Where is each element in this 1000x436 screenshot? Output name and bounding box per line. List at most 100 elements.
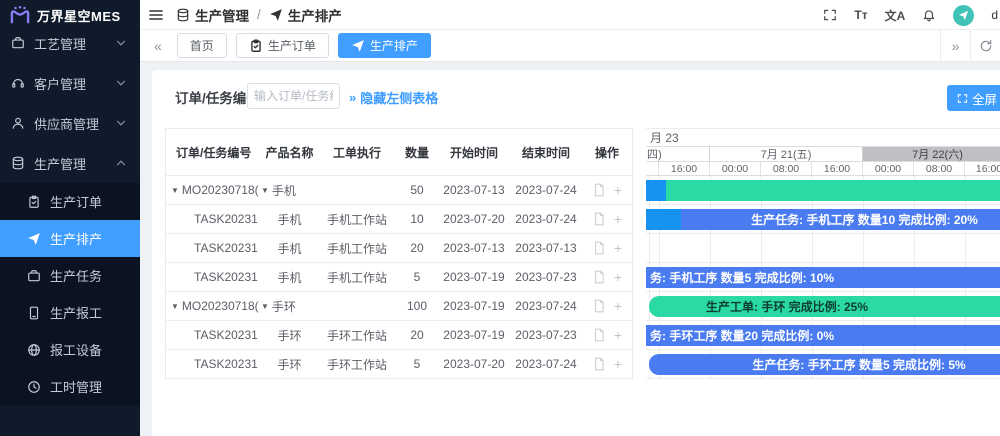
gantt-body: 生产任务: 手机工序 数量10 完成比例: 20% 务: 手机工序 数量5 完成… (646, 176, 1000, 379)
table-row[interactable]: ▼ MO20230718( ▼ 手机 50 2023-07-13 2023-07-2… (166, 176, 632, 205)
order-task-search-input[interactable] (247, 83, 340, 109)
quantity: 5 (413, 270, 421, 284)
chevron-up-icon (116, 160, 126, 166)
tab-label: 首页 (189, 39, 214, 53)
tabs-collapse-left-icon[interactable]: « (148, 38, 168, 54)
table-header-row: 订单/任务编号 产品名称 工单执行 数量 开始时间 结束时间 操作 (166, 129, 632, 176)
refresh-icon[interactable] (970, 30, 1000, 61)
document-icon[interactable] (592, 241, 606, 255)
gantt-hour-cell: 16:00 (812, 162, 863, 175)
gantt-month-header: 月 23 (646, 128, 1000, 147)
tab-label: 生产排产 (369, 39, 418, 53)
caret-down-icon[interactable]: ▼ (261, 302, 269, 311)
gantt-hour-cell: 08:00 (761, 162, 812, 175)
product-name: 手环 (277, 357, 302, 372)
end-time: 2023-07-23 (515, 270, 577, 284)
product-name: 手机 (277, 270, 302, 285)
end-time: 2023-07-24 (515, 299, 577, 313)
column-header: 工单执行 (332, 145, 381, 160)
translate-icon[interactable]: 文A (885, 7, 906, 24)
gantt-bar-label: 生产任务: 手机工序 数量10 完成比例: 20% (751, 213, 978, 227)
document-icon[interactable] (592, 357, 606, 371)
hamburger-menu-icon[interactable] (148, 7, 164, 23)
fullscreen-button[interactable]: 全屏 (946, 85, 1000, 111)
gantt-bar-order[interactable]: 生产工单: 手环 完成比例: 25% (649, 296, 1000, 317)
table-row[interactable]: ▼ MO20230718( ▼ 手环 100 2023-07-19 2023-07-… (166, 292, 632, 321)
plus-icon[interactable]: + (614, 241, 622, 255)
chevron-down-icon (116, 120, 126, 126)
product-name: 手机 (277, 212, 302, 227)
breadcrumb-section[interactable]: 生产管理 (195, 5, 249, 25)
briefcase-icon (28, 269, 40, 281)
column-header: 操作 (594, 145, 619, 160)
hide-left-table-link[interactable]: » 隐藏左侧表格 (349, 88, 438, 107)
document-icon[interactable] (592, 212, 606, 226)
plus-icon[interactable]: + (614, 270, 622, 284)
gantt-bar-task[interactable]: 务: 手机工序 数量5 完成比例: 10% (646, 267, 1000, 288)
start-time: 2023-07-19 (443, 328, 505, 342)
font-size-icon[interactable]: Tт (854, 8, 867, 22)
gantt-hour-cell: 00:00 (863, 162, 914, 175)
table-row[interactable]: TASK20231 手环 手环工作站 5 2023-07-20 2023-07-… (166, 350, 632, 379)
column-header: 开始时间 (449, 145, 498, 160)
caret-down-icon[interactable]: ▼ (261, 186, 269, 195)
sidebar-item-production-scheduling[interactable]: 生产排产 (0, 220, 140, 257)
top-header: 生产管理 / 生产排产 Tт 文A d (140, 0, 1000, 30)
tab-production-scheduling[interactable]: 生产排产 (337, 33, 431, 58)
sidebar-item-customer[interactable]: 客户管理 (0, 63, 140, 103)
brand-logo-icon (10, 6, 30, 24)
plus-icon[interactable]: + (614, 299, 622, 313)
document-icon[interactable] (592, 328, 606, 342)
tab-home[interactable]: 首页 (176, 33, 227, 58)
sidebar-item-work-hours[interactable]: 工时管理 (0, 368, 140, 405)
fullscreen-icon[interactable] (823, 8, 837, 22)
plus-icon[interactable]: + (614, 212, 622, 226)
plus-icon[interactable]: + (614, 183, 622, 197)
gantt-bar-label: 务: 手机工序 数量5 完成比例: 10% (650, 271, 835, 285)
sidebar-item-work-report[interactable]: 生产报工 (0, 294, 140, 331)
gantt-bar-task[interactable]: 生产任务: 手机工序 数量10 完成比例: 20% (646, 209, 1000, 230)
tabs-expand-right-icon[interactable]: » (940, 30, 970, 61)
document-icon[interactable] (592, 270, 606, 284)
gantt-chart: 月 23 四) 7月 21(五) 7月 22(六) 16:00 00:00 08… (646, 128, 1000, 379)
end-time: 2023-07-24 (515, 183, 577, 197)
order-no: TASK20231 (194, 212, 258, 226)
gantt-bar-task[interactable]: 生产任务: 手环工序 数量5 完成比例: 5% (649, 354, 1000, 375)
column-header: 结束时间 (521, 145, 570, 160)
caret-down-icon[interactable]: ▼ (171, 186, 179, 195)
orders-table: 订单/任务编号 产品名称 工单执行 数量 开始时间 结束时间 操作 ▼ MO202… (165, 128, 633, 379)
gantt-bar-order[interactable] (646, 180, 1000, 201)
sidebar-item-production-tasks[interactable]: 生产任务 (0, 257, 140, 294)
table-row[interactable]: TASK20231 手机 手机工作站 10 2023-07-20 2023-07… (166, 205, 632, 234)
paper-plane-icon (269, 8, 282, 21)
start-time: 2023-07-13 (443, 183, 505, 197)
order-no: TASK20231 (194, 241, 258, 255)
tab-production-orders[interactable]: 生产订单 (235, 33, 329, 58)
table-row[interactable]: TASK20231 手机 手机工作站 20 2023-07-13 2023-07… (166, 234, 632, 263)
order-no: MO20230718( (181, 183, 259, 197)
sidebar-item-supplier[interactable]: 供应商管理 (0, 103, 140, 143)
chevron-down-icon (116, 80, 126, 86)
plus-icon[interactable]: + (614, 357, 622, 371)
hide-link-label: 隐藏左侧表格 (360, 91, 439, 106)
document-icon[interactable] (592, 299, 606, 313)
table-row[interactable]: TASK20231 手机 手机工作站 5 2023-07-19 2023-07-… (166, 263, 632, 292)
quantity: 50 (410, 183, 424, 197)
avatar[interactable] (953, 4, 975, 26)
paper-plane-icon (351, 39, 364, 52)
sidebar-item-production[interactable]: 生产管理 (0, 143, 140, 183)
plus-icon[interactable]: + (614, 328, 622, 342)
sidebar-item-label: 生产报工 (50, 306, 103, 321)
column-header: 订单/任务编号 (176, 145, 252, 160)
gantt-bar-task[interactable]: 务: 手环工序 数量20 完成比例: 0% (646, 325, 1000, 346)
customer-service-icon (12, 78, 24, 88)
clipboard-icon (29, 195, 39, 208)
table-row[interactable]: TASK20231 手环 手环工作站 20 2023-07-19 2023-07… (166, 321, 632, 350)
caret-down-icon[interactable]: ▼ (171, 302, 179, 311)
bell-icon[interactable] (922, 8, 936, 22)
gantt-bar-label: 生产工单: 手环 完成比例: 25% (705, 300, 868, 314)
sidebar-item-report-devices[interactable]: 报工设备 (0, 331, 140, 368)
document-icon[interactable] (592, 183, 606, 197)
gantt-hour-cell (646, 162, 659, 175)
sidebar-item-production-orders[interactable]: 生产订单 (0, 183, 140, 220)
